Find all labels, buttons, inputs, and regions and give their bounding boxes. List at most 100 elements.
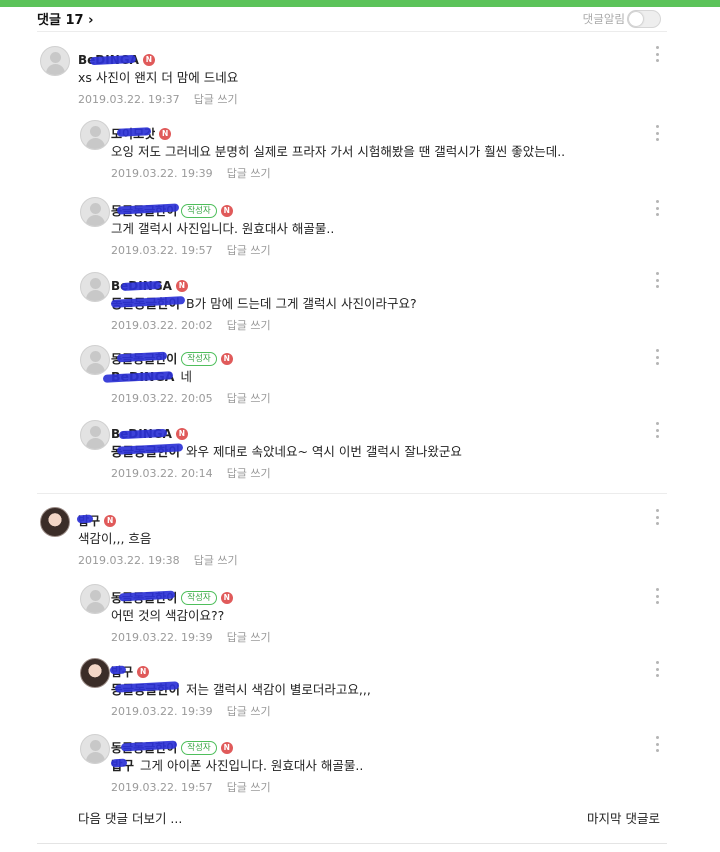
censor-mark <box>76 514 94 524</box>
avatar[interactable] <box>80 658 110 688</box>
comment-alarm-label: 댓글알림 <box>582 12 625 26</box>
more-vertical-icon[interactable] <box>652 272 662 288</box>
reply-item: 밥구 N 동글동글한이저는 갤럭시 색감이 별로더라고요,,, 2019.03.2… <box>80 658 668 720</box>
author-nickname[interactable]: 모이모갓 <box>111 125 155 142</box>
censor-mark <box>109 665 127 675</box>
comment-meta: 2019.03.22. 20:05 답글 쓰기 <box>111 390 271 406</box>
avatar[interactable] <box>80 734 110 764</box>
reply-item: BeDINGAN 동글동글한이와우 제대로 속았네요~ 역시 이번 갤럭시 잘나… <box>80 420 668 482</box>
avatar[interactable] <box>80 345 110 375</box>
reply-button[interactable]: 답글 쓰기 <box>194 93 238 106</box>
comment-author: 밥구 N <box>76 510 117 528</box>
author-nickname[interactable]: 밥구 <box>76 512 100 529</box>
load-more-comments-link[interactable]: 다음 댓글 더보기 ... <box>78 808 182 827</box>
comment-text: 동글동글한이와우 제대로 속았네요~ 역시 이번 갤럭시 잘나왔군요 <box>111 441 462 460</box>
n-badge-icon: N <box>137 665 150 678</box>
author-nickname[interactable]: 동글동글한이 <box>111 739 177 756</box>
more-vertical-icon[interactable] <box>652 349 662 365</box>
divider <box>37 493 667 494</box>
more-vertical-icon[interactable] <box>652 125 662 141</box>
comment-date: 2019.03.22. 19:39 <box>111 631 213 644</box>
reply-button[interactable]: 답글 쓰기 <box>227 467 271 480</box>
mention-tag[interactable]: 동글동글한이 <box>110 293 186 312</box>
comment-meta: 2019.03.22. 19:57 답글 쓰기 <box>111 779 271 795</box>
comment-date: 2019.03.22. 19:37 <box>78 93 180 106</box>
reply-item: BeDINGAN 동글동글한이B가 맘에 드는데 그게 갤럭시 사진이라구요? … <box>80 272 668 334</box>
avatar[interactable] <box>80 584 110 614</box>
reply-button[interactable]: 답글 쓰기 <box>227 705 271 718</box>
more-vertical-icon[interactable] <box>652 46 662 62</box>
comments-footer: 다음 댓글 더보기 ... 마지막 댓글로 <box>78 808 660 826</box>
n-badge-icon: N <box>175 279 188 292</box>
author-badge: 작성자 <box>181 351 217 366</box>
reply-button[interactable]: 답글 쓰기 <box>227 631 271 644</box>
n-badge-icon: N <box>175 427 188 440</box>
comment-date: 2019.03.22. 20:05 <box>111 392 213 405</box>
author-nickname[interactable]: 동글동글한이 <box>111 202 180 219</box>
comment-text: 동글동글한이저는 갤럭시 색감이 별로더라고요,,, <box>111 679 371 698</box>
author-badge: 작성자 <box>181 740 217 755</box>
avatar[interactable] <box>80 197 110 227</box>
reply-button[interactable]: 답글 쓰기 <box>227 781 271 794</box>
comment-text: 동글동글한이B가 맘에 드는데 그게 갤럭시 사진이라구요? <box>110 293 417 312</box>
comment-author: 동글동글한이 작성자N <box>111 587 233 605</box>
divider <box>37 843 667 844</box>
mention-tag[interactable]: 밥구 <box>110 755 134 774</box>
comment-text: 밥구그게 아이폰 사진입니다. 원효대사 해골물.. <box>110 755 363 774</box>
author-badge: 작성자 <box>181 590 217 605</box>
divider <box>37 31 667 32</box>
avatar[interactable] <box>40 507 70 537</box>
more-vertical-icon[interactable] <box>652 736 662 752</box>
author-nickname[interactable]: BeDINGA <box>111 427 172 441</box>
comment-item: BeDINGAN xs 사진이 왠지 더 맘에 드네요 2019.03.22. … <box>40 46 668 108</box>
more-vertical-icon[interactable] <box>652 200 662 216</box>
more-vertical-icon[interactable] <box>652 661 662 677</box>
more-vertical-icon[interactable] <box>652 422 662 438</box>
comment-author: 모이모갓 N <box>111 123 172 141</box>
avatar[interactable] <box>80 120 110 150</box>
comment-text: BeDINGA네 <box>102 366 192 385</box>
comment-author: BeDINGAN <box>111 423 188 441</box>
avatar[interactable] <box>40 46 70 76</box>
comment-author: 동글동글한이 작성자N <box>111 348 233 366</box>
more-vertical-icon[interactable] <box>652 509 662 525</box>
reply-button[interactable]: 답글 쓰기 <box>227 319 271 332</box>
n-badge-icon: N <box>220 741 233 754</box>
comment-author: 밥구 N <box>109 661 150 679</box>
comment-item: 밥구 N 색감이,,, 흐음 2019.03.22. 19:38 답글 쓰기 <box>40 507 668 569</box>
comment-meta: 2019.03.22. 19:57 답글 쓰기 <box>111 242 271 258</box>
reply-button[interactable]: 답글 쓰기 <box>194 554 238 567</box>
comment-date: 2019.03.22. 19:39 <box>111 167 213 180</box>
last-comment-link[interactable]: 마지막 댓글로 <box>587 808 660 827</box>
n-badge-icon: N <box>104 514 117 527</box>
comment-text: 오잉 저도 그러네요 분명히 실제로 프라자 가서 시험해봤을 땐 갤럭시가 훨… <box>111 144 566 159</box>
reply-button[interactable]: 답글 쓰기 <box>227 392 271 405</box>
comment-meta: 2019.03.22. 20:02 답글 쓰기 <box>111 317 271 333</box>
comment-count-label: 댓글 17 <box>37 13 84 28</box>
comment-alarm-toggle[interactable] <box>627 10 661 28</box>
reply-button[interactable]: 답글 쓰기 <box>227 244 271 257</box>
comment-meta: 2019.03.22. 19:39 답글 쓰기 <box>111 703 271 719</box>
author-nickname[interactable]: BeDINGA <box>78 53 139 67</box>
n-badge-icon: N <box>220 204 233 217</box>
author-nickname[interactable]: BeDINGA <box>111 279 172 293</box>
reply-button[interactable]: 답글 쓰기 <box>227 167 271 180</box>
comment-meta: 2019.03.22. 19:39 답글 쓰기 <box>111 165 271 181</box>
avatar[interactable] <box>80 272 110 302</box>
author-nickname[interactable]: 동글동글한이 <box>111 589 177 606</box>
mention-tag[interactable]: 동글동글한이 <box>111 679 180 698</box>
mention-tag[interactable]: BeDINGA <box>102 369 174 384</box>
toggle-knob <box>629 12 643 26</box>
author-nickname[interactable]: 동글동글한이 <box>111 350 177 367</box>
mention-tag[interactable]: 동글동글한이 <box>111 441 184 460</box>
comment-author: 동글동글한이 작성자N <box>111 737 233 755</box>
avatar[interactable] <box>80 420 110 450</box>
author-badge: 작성자 <box>181 203 217 218</box>
reply-item: 동글동글한이 작성자N 밥구그게 아이폰 사진입니다. 원효대사 해골물.. 20… <box>80 734 668 796</box>
author-nickname[interactable]: 밥구 <box>109 663 133 680</box>
comment-count-title[interactable]: 댓글 17 › <box>37 9 93 28</box>
comment-text: 색감이,,, 흐음 <box>78 531 152 546</box>
comment-meta: 2019.03.22. 20:14 답글 쓰기 <box>111 465 271 481</box>
n-badge-icon: N <box>159 127 172 140</box>
more-vertical-icon[interactable] <box>652 588 662 604</box>
